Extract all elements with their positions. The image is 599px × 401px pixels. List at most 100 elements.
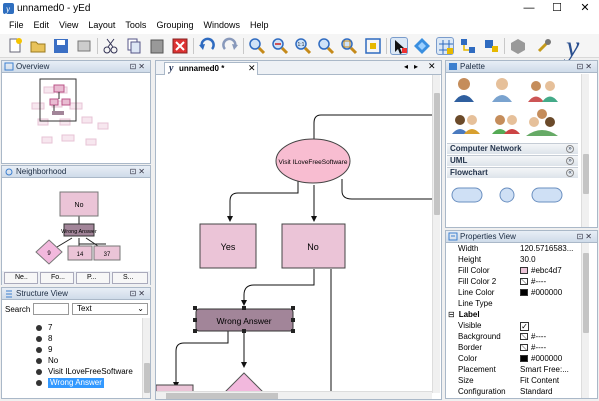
- property-row[interactable]: Configuration Standard: [456, 386, 580, 397]
- people-palette[interactable]: [446, 74, 580, 146]
- no-color-swatch: [520, 278, 528, 285]
- navigate-icon[interactable]: [413, 37, 431, 55]
- structure-search-input[interactable]: [33, 303, 69, 315]
- property-row[interactable]: Fill Color 2 #----: [456, 276, 580, 287]
- overview-canvas[interactable]: [2, 73, 150, 163]
- zoom-out-icon[interactable]: [271, 37, 289, 55]
- property-row[interactable]: Border #----: [456, 342, 580, 353]
- property-key: Fill Color 2: [458, 277, 497, 286]
- tab-predecessors[interactable]: P...: [76, 272, 110, 284]
- redo-icon[interactable]: [221, 37, 239, 55]
- maximize-button[interactable]: ☐: [543, 0, 571, 17]
- paste-icon[interactable]: [148, 37, 166, 55]
- list-item[interactable]: 9: [48, 345, 52, 355]
- cut-icon[interactable]: [102, 37, 120, 55]
- property-row[interactable]: Width 120.5716583...: [456, 243, 580, 254]
- scroll-tabs-left-icon[interactable]: ◂: [404, 62, 408, 71]
- structure-scrollbar[interactable]: [142, 318, 150, 398]
- property-value: Standard: [520, 387, 553, 396]
- close-editor-icon[interactable]: ✕: [428, 61, 436, 72]
- palette-scrollbar[interactable]: [581, 74, 589, 227]
- menu-file[interactable]: File: [4, 17, 29, 34]
- panel-controls-icon[interactable]: ⊡✕: [577, 61, 594, 72]
- list-item-selected[interactable]: Wrong Answer: [48, 378, 104, 388]
- zoom-in-icon[interactable]: [248, 37, 266, 55]
- group-icon[interactable]: [509, 37, 527, 55]
- label-section-header[interactable]: ⊟ Label: [446, 309, 580, 320]
- section-label: UML: [450, 156, 468, 165]
- property-row[interactable]: Fill Color #ebc4d7: [456, 265, 580, 276]
- tab-unnamed0[interactable]: y unnamed0 * ✕: [164, 62, 258, 75]
- menu-windows[interactable]: Windows: [198, 17, 245, 34]
- menu-edit[interactable]: Edit: [29, 17, 55, 34]
- checkbox-icon[interactable]: ✓: [520, 322, 529, 331]
- panel-controls-icon[interactable]: ⊡✕: [130, 166, 147, 177]
- zoom-area-icon[interactable]: [340, 37, 358, 55]
- yed-logo: y: [564, 32, 580, 60]
- property-row[interactable]: Line Type: [456, 298, 580, 309]
- editor-hscrollbar[interactable]: [156, 391, 432, 399]
- grid-icon[interactable]: [436, 37, 454, 55]
- tab-neighborhood[interactable]: Ne..: [4, 272, 38, 284]
- palette-section-computer-network[interactable]: Computer Network »: [447, 143, 578, 154]
- new-icon[interactable]: [6, 37, 24, 55]
- chevron-down-icon: ⌄: [137, 304, 144, 313]
- panel-controls-icon[interactable]: ⊡✕: [130, 288, 147, 299]
- tab-folding[interactable]: Fo...: [40, 272, 74, 284]
- tab-successors[interactable]: S...: [112, 272, 148, 284]
- expand-icon: »: [566, 157, 574, 165]
- property-row[interactable]: Height 30.0: [456, 254, 580, 265]
- delete-icon[interactable]: [171, 37, 189, 55]
- menu-grouping[interactable]: Grouping: [151, 17, 198, 34]
- palette-section-flowchart[interactable]: Flowchart «: [447, 167, 578, 178]
- menu-tools[interactable]: Tools: [120, 17, 151, 34]
- connector-shape[interactable]: [499, 187, 515, 203]
- properties-scrollbar[interactable]: [581, 243, 589, 398]
- panel-controls-icon[interactable]: ⊡✕: [577, 231, 594, 242]
- property-key: Border: [458, 343, 483, 352]
- minimize-button[interactable]: —: [515, 0, 543, 17]
- list-item[interactable]: 7: [48, 323, 52, 333]
- palette-section-uml[interactable]: UML »: [447, 155, 578, 166]
- property-row[interactable]: Line Color #000000: [456, 287, 580, 298]
- snaplines-icon[interactable]: [482, 37, 500, 55]
- list-item[interactable]: No: [48, 356, 58, 366]
- open-icon[interactable]: [29, 37, 47, 55]
- close-tab-icon[interactable]: ✕: [248, 63, 256, 74]
- structure-mode-select[interactable]: Text ⌄: [72, 303, 148, 315]
- copy-icon[interactable]: [125, 37, 143, 55]
- graph-canvas[interactable]: Visit ILoveFreeSoftware Yes No Wrong Ans…: [156, 75, 432, 391]
- menu-help[interactable]: Help: [245, 17, 274, 34]
- undo-icon[interactable]: [198, 37, 216, 55]
- editor-vscrollbar[interactable]: [432, 75, 440, 393]
- property-row[interactable]: Size Fit Content: [456, 375, 580, 386]
- no-color-swatch: [520, 344, 528, 351]
- property-row[interactable]: Placement Smart Free:...: [456, 364, 580, 375]
- property-row[interactable]: Background #----: [456, 331, 580, 342]
- zoom-fit-icon[interactable]: [317, 37, 335, 55]
- close-window-button[interactable]: ✕: [571, 0, 599, 17]
- panel-controls-icon[interactable]: ⊡✕: [130, 61, 147, 72]
- list-item[interactable]: 8: [48, 334, 52, 344]
- node-yes-label: Yes: [221, 242, 236, 252]
- flowchart-palette[interactable]: [446, 183, 580, 227]
- plugin-icon[interactable]: [535, 37, 553, 55]
- menu-view[interactable]: View: [54, 17, 83, 34]
- scroll-tabs-right-icon[interactable]: ▸: [414, 62, 418, 71]
- process-shape[interactable]: [531, 187, 563, 203]
- zoom-original-icon[interactable]: 1:1: [294, 37, 312, 55]
- list-item[interactable]: Visit ILoveFreeSoftware: [48, 367, 133, 377]
- edit-mode-icon[interactable]: [390, 37, 408, 55]
- property-row[interactable]: Color #000000: [456, 353, 580, 364]
- bullet-icon: [36, 369, 42, 375]
- neighborhood-canvas[interactable]: No Wrong Answer 9 14 37: [2, 178, 150, 270]
- ortho-icon[interactable]: [459, 37, 477, 55]
- properties-icon[interactable]: [75, 37, 93, 55]
- terminator-shape[interactable]: [451, 187, 483, 203]
- property-row[interactable]: Visible ✓: [456, 320, 580, 331]
- menu-layout[interactable]: Layout: [83, 17, 120, 34]
- property-key: Width: [458, 244, 479, 253]
- fit-content-icon[interactable]: [364, 37, 382, 55]
- save-icon[interactable]: [52, 37, 70, 55]
- node-diamond-partial[interactable]: [224, 372, 264, 391]
